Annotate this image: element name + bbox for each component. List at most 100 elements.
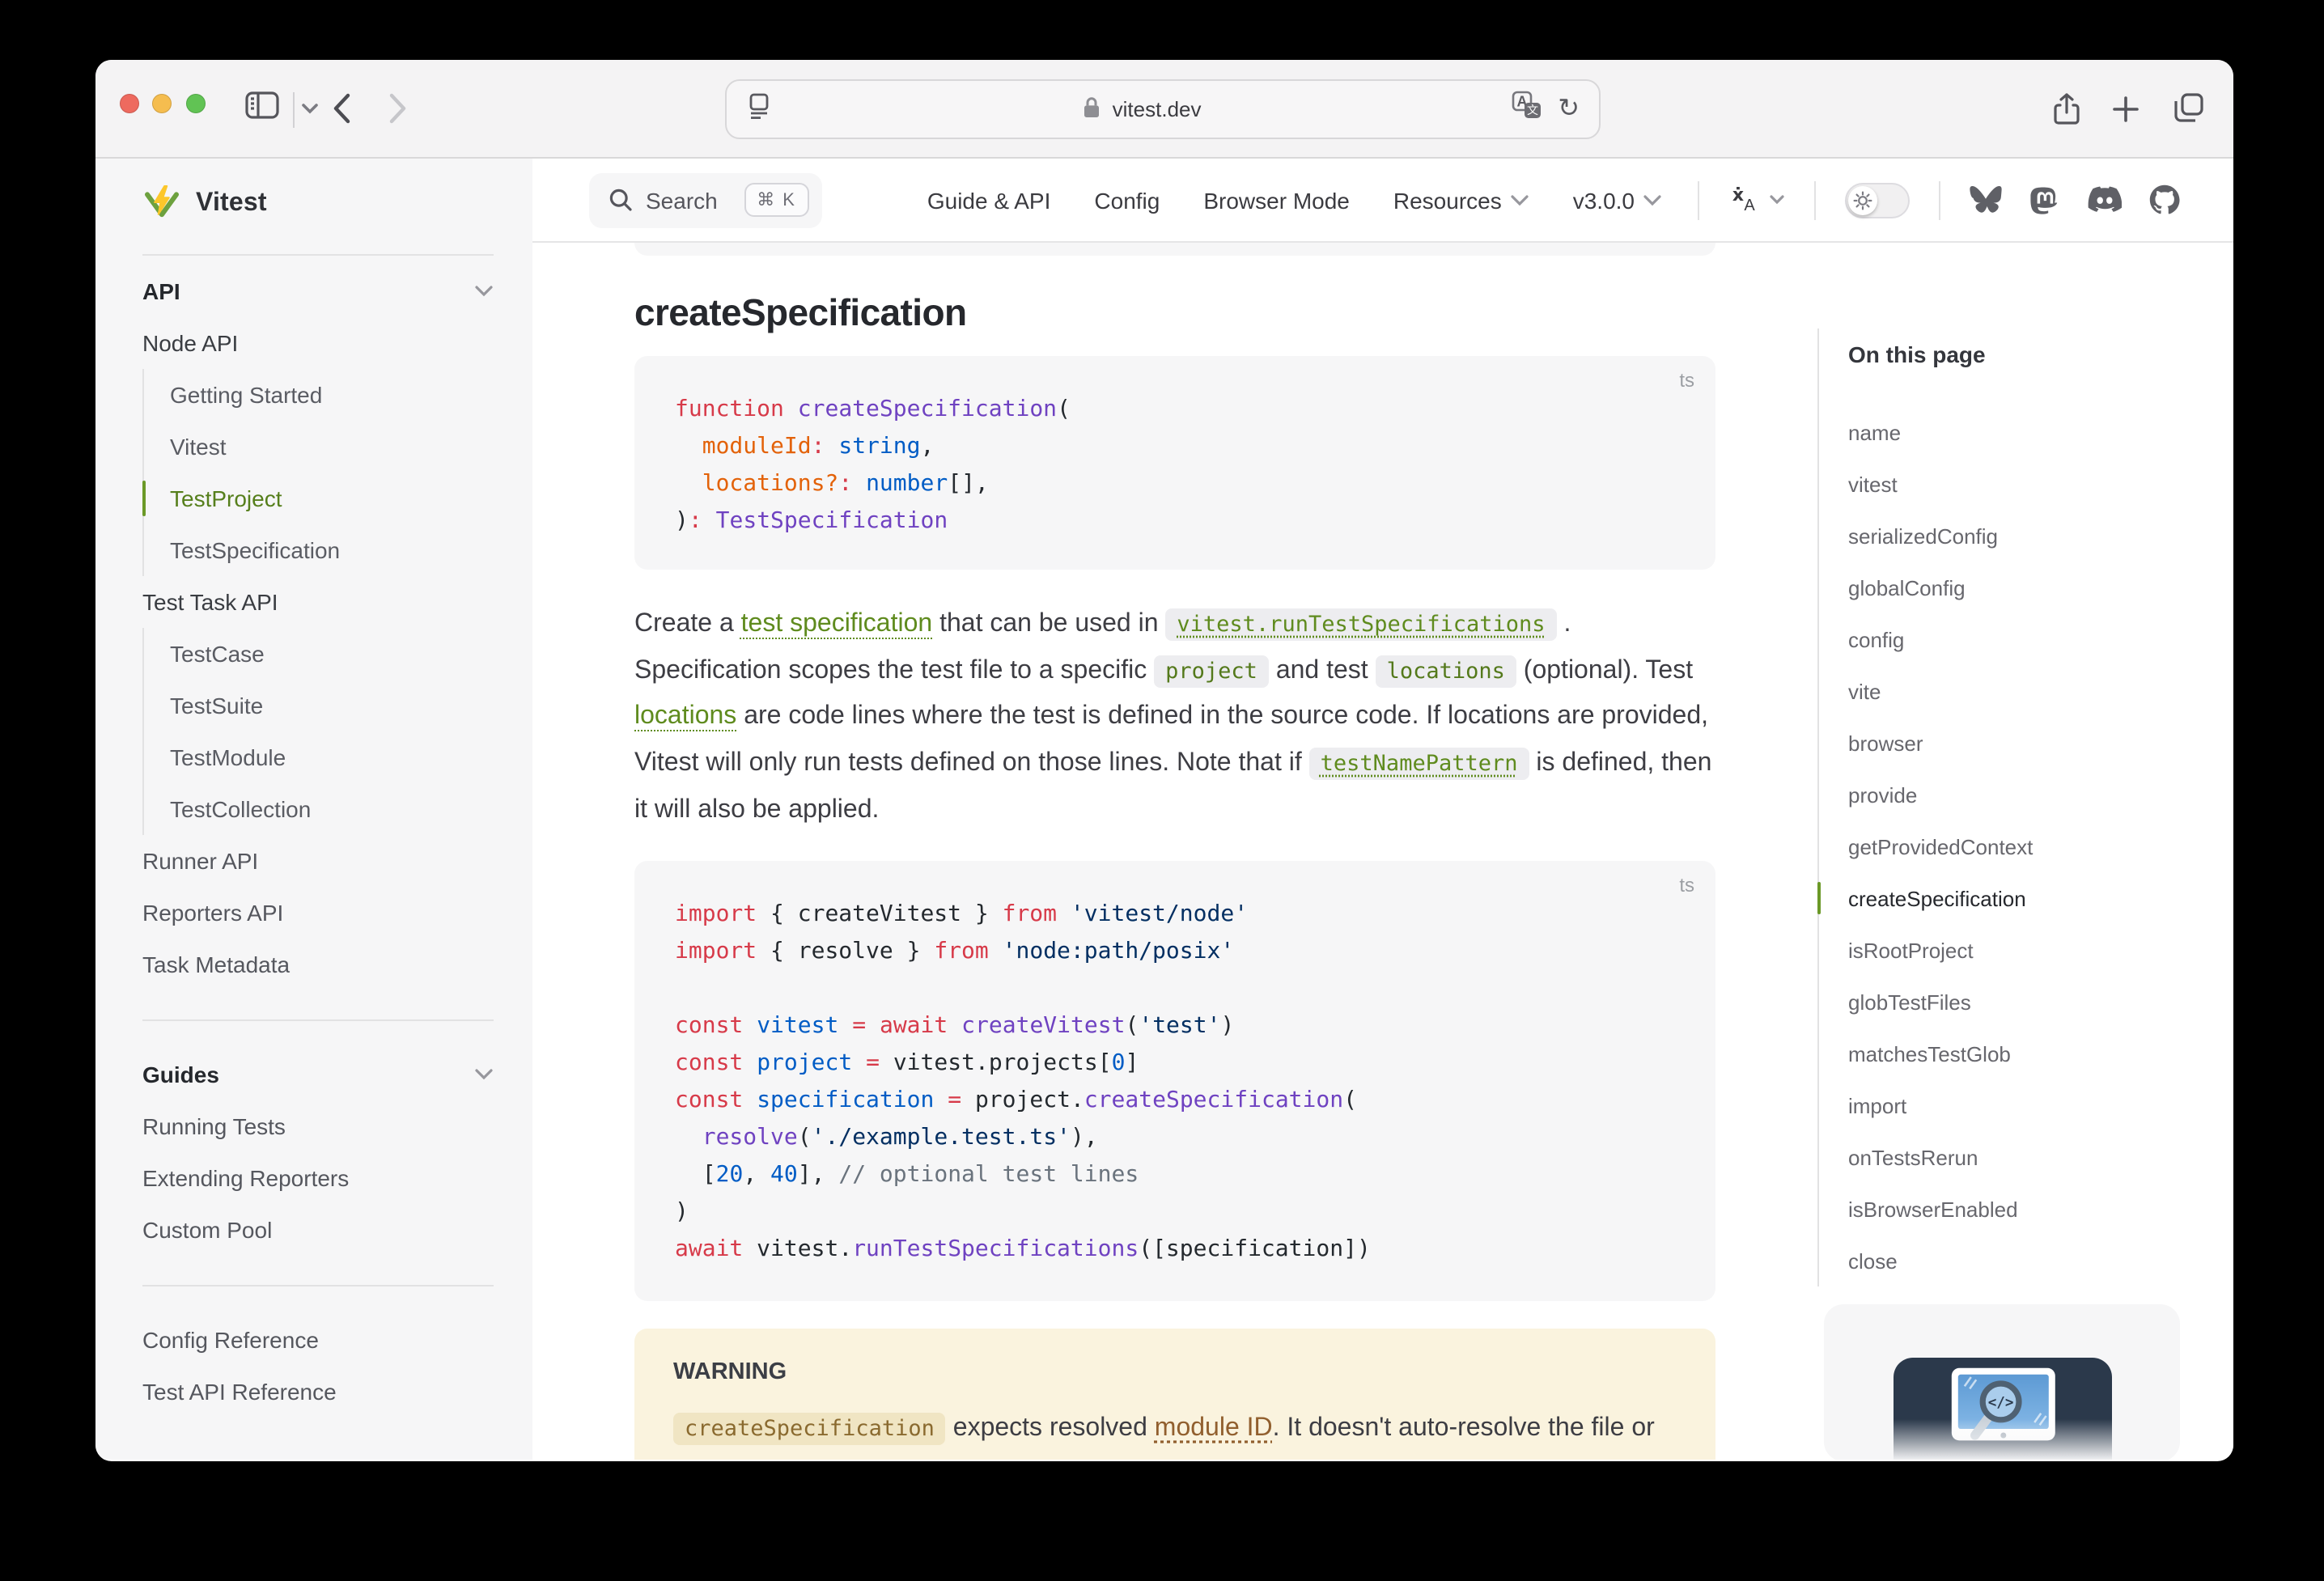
translate-icon[interactable]: A文	[1511, 91, 1542, 128]
sidebar-dropdown-chevron-icon[interactable]	[301, 102, 319, 115]
new-tab-icon[interactable]	[2112, 95, 2140, 123]
code-line: ): TestSpecification	[675, 503, 1675, 540]
toc-item-createspecification[interactable]: createSpecification	[1848, 872, 2183, 924]
main-area: Search ⌘ K Guide & API Config Browser Mode…	[532, 159, 2233, 1460]
maximize-window-button[interactable]	[185, 94, 205, 113]
sidebar-group: Getting StartedVitestTestProjectTestSpec…	[142, 369, 494, 576]
sidebar-item-extending-reporters[interactable]: Extending Reporters	[142, 1152, 494, 1204]
github-icon[interactable]	[2149, 184, 2180, 215]
toc-item-config[interactable]: config	[1848, 613, 2183, 665]
browser-titlebar: vitest.dev A文 ↻	[95, 60, 2233, 159]
toc-item-globtestfiles[interactable]: globTestFiles	[1848, 976, 2183, 1028]
code-line: [20, 40], // optional test lines	[675, 1156, 1675, 1193]
sidebar-toggle-icon[interactable]	[244, 91, 280, 120]
code-link-vitest-runtestspecifications[interactable]: vitest.runTestSpecifications	[1165, 608, 1556, 641]
toc-item-import[interactable]: import	[1848, 1079, 2183, 1131]
inline-code-project: project	[1154, 655, 1269, 687]
sidebar-divider	[142, 1285, 494, 1286]
forward-button[interactable]	[388, 92, 408, 125]
sidebar-section-api[interactable]: API	[142, 265, 494, 317]
toc-item-getprovidedcontext[interactable]: getProvidedContext	[1848, 820, 2183, 872]
address-bar[interactable]: vitest.dev A文 ↻	[725, 79, 1601, 139]
close-window-button[interactable]	[119, 94, 138, 113]
sidebar-item-testcollection[interactable]: TestCollection	[144, 783, 494, 835]
toc-item-close[interactable]: close	[1848, 1235, 2183, 1286]
link-locations[interactable]: locations	[634, 703, 736, 731]
sidebar-item-testmodule[interactable]: TestModule	[144, 731, 494, 783]
toc-item-isrootproject[interactable]: isRootProject	[1848, 924, 2183, 976]
link-test-specification[interactable]: test specification	[741, 610, 933, 638]
toc-item-provide[interactable]: provide	[1848, 769, 2183, 820]
sidebar-item-test-task-api[interactable]: Test Task API	[142, 576, 494, 628]
sidebar-section-label: Guides	[142, 1062, 219, 1087]
page-content: createSpecification ts function createSp…	[532, 243, 2233, 1460]
search-button[interactable]: Search ⌘ K	[589, 172, 822, 227]
sidebar-item-test-api-reference[interactable]: Test API Reference	[142, 1366, 494, 1418]
vitest-logo-icon	[142, 184, 181, 223]
toc-item-ontestsrerun[interactable]: onTestsRerun	[1848, 1131, 2183, 1183]
sidebar-item-testsuite[interactable]: TestSuite	[144, 680, 494, 731]
sun-icon	[1853, 190, 1872, 210]
reader-view-icon[interactable]	[746, 91, 772, 127]
sidebar-item-node-api[interactable]: Node API	[142, 317, 494, 369]
theme-toggle[interactable]	[1845, 182, 1910, 218]
svg-text:A: A	[1744, 196, 1755, 214]
warning-body: createSpecification expects resolved mod…	[673, 1405, 1677, 1460]
sidebar-item-testproject[interactable]: TestProject	[144, 473, 494, 524]
translate-language-icon: ẋA	[1728, 185, 1761, 214]
sidebar-item-getting-started[interactable]: Getting Started	[144, 369, 494, 421]
nav-item-resources[interactable]: Resources	[1393, 187, 1529, 213]
nav-item-browser-mode[interactable]: Browser Mode	[1203, 187, 1350, 213]
code-line: import { resolve } from 'node:path/posix…	[675, 933, 1675, 970]
toc-item-name[interactable]: name	[1848, 406, 2183, 458]
discord-icon[interactable]	[2088, 186, 2122, 214]
search-icon	[609, 188, 633, 212]
toc-item-vite[interactable]: vite	[1848, 665, 2183, 717]
tab-overview-icon[interactable]	[2173, 92, 2204, 123]
sidebar-section-guides[interactable]: Guides	[142, 1049, 494, 1100]
sidebar-item-testspecification[interactable]: TestSpecification	[144, 524, 494, 576]
sponsor-image: </>	[1894, 1358, 2112, 1460]
toc-item-serializedconfig[interactable]: serializedConfig	[1848, 510, 2183, 562]
minimize-window-button[interactable]	[152, 94, 172, 113]
bluesky-icon[interactable]	[1970, 185, 2002, 214]
sidebar-item-config-reference[interactable]: Config Reference	[142, 1314, 494, 1366]
code-link-testnamepattern[interactable]: testNamePattern	[1309, 748, 1529, 780]
language-menu[interactable]: ẋA	[1728, 185, 1785, 214]
toc-item-globalconfig[interactable]: globalConfig	[1848, 562, 2183, 613]
sidebar-item-runner-api[interactable]: Runner API	[142, 835, 494, 887]
nav-item-v3-0-0[interactable]: v3.0.0	[1573, 187, 1662, 213]
mastodon-icon[interactable]	[2029, 184, 2060, 216]
code-line: moduleId: string,	[675, 429, 1675, 466]
link-module-id[interactable]: module ID	[1155, 1414, 1273, 1441]
vitest-logo[interactable]: Vitest	[142, 184, 494, 223]
toc-item-vitest[interactable]: vitest	[1848, 458, 2183, 510]
nav-item-label: Config	[1094, 187, 1160, 213]
toc-item-matchestestglob[interactable]: matchesTestGlob	[1848, 1028, 2183, 1079]
sidebar-item-reporters-api[interactable]: Reporters API	[142, 887, 494, 939]
warning-title: WARNING	[673, 1358, 1677, 1384]
sidebar-item-custom-pool[interactable]: Custom Pool	[142, 1204, 494, 1256]
toc-item-browser[interactable]: browser	[1848, 717, 2183, 769]
toolbar-separator	[293, 92, 295, 128]
inline-code-createspecification: createSpecification	[673, 1412, 946, 1444]
nav-item-guide-api[interactable]: Guide & API	[927, 187, 1051, 213]
reload-icon[interactable]: ↻	[1558, 96, 1580, 122]
svg-text:</>: </>	[1988, 1395, 2014, 1411]
navbar-separator	[1939, 180, 1940, 219]
nav-item-config[interactable]: Config	[1094, 187, 1160, 213]
sidebar-item-testcase[interactable]: TestCase	[144, 628, 494, 680]
toc-item-isbrowserenabled[interactable]: isBrowserEnabled	[1848, 1183, 2183, 1235]
code-line: await vitest.runTestSpecifications([spec…	[675, 1231, 1675, 1268]
nav-item-label: Browser Mode	[1203, 187, 1350, 213]
code-line: import { createVitest } from 'vitest/nod…	[675, 896, 1675, 933]
sidebar-item-running-tests[interactable]: Running Tests	[142, 1100, 494, 1152]
share-icon[interactable]	[2052, 92, 2081, 126]
back-button[interactable]	[332, 92, 351, 125]
inline-code-locations: locations	[1376, 655, 1516, 687]
code-line: function createSpecification(	[675, 392, 1675, 429]
sidebar-item-task-metadata[interactable]: Task Metadata	[142, 939, 494, 990]
sidebar-item-vitest[interactable]: Vitest	[144, 421, 494, 473]
sponsor-card[interactable]: </>	[1824, 1304, 2180, 1460]
warning-callout: WARNING createSpecification expects reso…	[634, 1328, 1715, 1460]
